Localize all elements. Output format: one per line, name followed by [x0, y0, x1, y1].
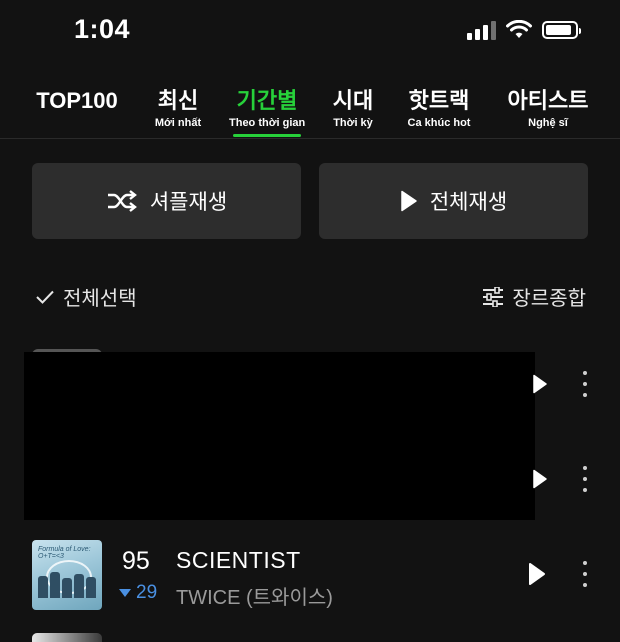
shuffle-icon: [107, 190, 137, 212]
genre-filter-button[interactable]: 장르종합: [482, 282, 586, 311]
shuffle-play-button[interactable]: 셔플재생: [32, 163, 301, 239]
tab-label: 최신: [157, 88, 199, 113]
genre-label: 장르종합: [512, 288, 586, 310]
select-all-label: 전체선택: [63, 288, 137, 310]
play-all-button[interactable]: 전체재생: [319, 163, 588, 239]
tab-label: 핫트랙: [408, 88, 470, 113]
tab-label: 아티스트: [507, 88, 589, 113]
signal-icon: [467, 20, 496, 40]
active-tab-indicator: [233, 134, 301, 137]
status-icons: [467, 20, 581, 40]
battery-icon: [542, 21, 581, 39]
more-options-icon[interactable]: [580, 561, 590, 587]
album-cover-text: Formula of Love: O+T=<3: [38, 546, 91, 560]
chart-tabs: TOP100 최신 Mới nhất 기간별 Theo thời gian 시대…: [0, 86, 620, 139]
tab-label: TOP100: [36, 88, 118, 113]
tab-sublabel: Ca khúc hot: [407, 117, 471, 129]
song-title[interactable]: SCIENTIST: [176, 547, 301, 574]
row-play-icon[interactable]: [527, 562, 547, 586]
tab-sublabel: Thời kỳ: [333, 117, 373, 129]
album-cover[interactable]: Formula of Love: O+T=<3: [32, 540, 102, 610]
more-options-icon[interactable]: [580, 371, 590, 397]
status-time: 1:04: [74, 14, 131, 44]
rank-down-icon: [119, 589, 131, 597]
redacted-region: [24, 352, 535, 520]
music-chart-screen: 1:04 TOP100 최신 Mới nhất 기간별 Theo thời gi…: [0, 0, 620, 642]
rank-change: 29: [118, 582, 157, 604]
tab-hot-track[interactable]: 핫트랙 Ca khúc hot: [402, 86, 476, 129]
tab-label: 기간별: [236, 88, 298, 113]
tab-by-period[interactable]: 기간별 Theo thời gian: [229, 86, 306, 137]
play-all-label: 전체재생: [429, 191, 508, 214]
play-icon: [401, 190, 417, 212]
rank-number: 95: [122, 547, 150, 575]
select-all-toggle[interactable]: 전체선택: [35, 282, 137, 311]
tab-era[interactable]: 시대 Thời kỳ: [329, 86, 377, 129]
album-thumbnail: [32, 633, 102, 642]
tab-sublabel: Mới nhất: [154, 117, 202, 129]
tab-latest[interactable]: 최신 Mới nhất: [152, 86, 204, 129]
row-play-icon[interactable]: [532, 374, 548, 394]
row-play-icon[interactable]: [532, 469, 548, 489]
wifi-icon: [506, 20, 532, 38]
filter-sliders-icon: [483, 286, 504, 307]
check-icon: [36, 290, 54, 304]
song-artist[interactable]: TWICE (트와이스): [176, 581, 333, 610]
tab-top100[interactable]: TOP100: [31, 86, 123, 116]
tab-artist[interactable]: 아티스트 Nghệ sĩ: [504, 86, 592, 129]
tab-sublabel: Nghệ sĩ: [528, 117, 568, 129]
more-options-icon[interactable]: [580, 466, 590, 492]
tab-sublabel: Theo thời gian: [229, 117, 306, 129]
rank-change-value: 29: [136, 582, 158, 603]
shuffle-play-label: 셔플재생: [149, 191, 228, 214]
tab-label: 시대: [332, 88, 374, 113]
